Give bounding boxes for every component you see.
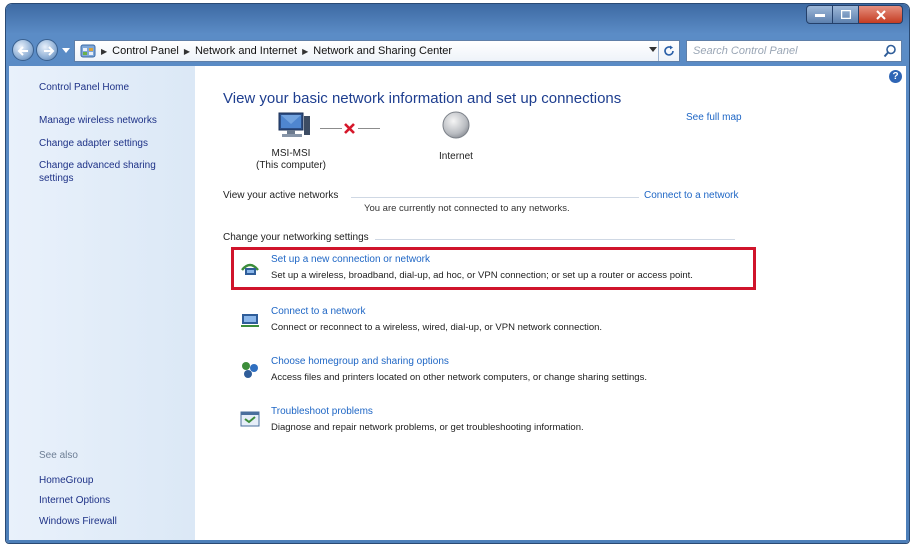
breadcrumb-control-panel[interactable]: Control Panel (112, 45, 179, 57)
connection-line-left (320, 128, 342, 129)
computer-subtitle: (This computer) (255, 160, 326, 171)
troubleshoot-description: Diagnose and repair network problems, or… (271, 422, 584, 433)
section-divider (375, 239, 735, 240)
content-area: Control Panel Home Manage wireless netwo… (9, 66, 906, 540)
connection-line-right (358, 128, 380, 129)
address-bar[interactable]: ▶ Control Panel ▶ Network and Internet ▶… (74, 40, 680, 62)
connect-network-description: Connect or reconnect to a wireless, wire… (271, 322, 603, 333)
minimize-icon (814, 13, 825, 17)
sidebar-control-panel-home[interactable]: Control Panel Home (39, 81, 129, 94)
caption-buttons (806, 5, 903, 24)
close-icon (875, 9, 886, 20)
recent-pages-dropdown-icon[interactable] (62, 48, 70, 54)
homegroup-icon[interactable] (239, 358, 261, 380)
title-bar[interactable] (6, 4, 909, 30)
back-button[interactable] (12, 39, 34, 61)
sidebar-change-adapter-settings[interactable]: Change adapter settings (39, 137, 148, 150)
breadcrumb-network-and-sharing-center[interactable]: Network and Sharing Center (313, 45, 452, 57)
sidebar-manage-wireless-networks[interactable]: Manage wireless networks (39, 114, 157, 127)
homegroup-description: Access files and printers located on oth… (271, 372, 647, 383)
sidebar: Control Panel Home Manage wireless netwo… (9, 66, 195, 540)
internet-globe-icon[interactable] (441, 110, 471, 140)
forward-button[interactable] (36, 39, 58, 61)
not-connected-message: You are currently not connected to any n… (364, 203, 570, 214)
forward-arrow-icon (44, 46, 55, 56)
close-button[interactable] (859, 5, 903, 24)
troubleshoot-icon[interactable] (239, 408, 261, 430)
homegroup-link[interactable]: Choose homegroup and sharing options (271, 356, 449, 367)
breadcrumb-separator[interactable]: ▶ (302, 47, 308, 56)
computer-name: MSI-MSI (271, 148, 311, 159)
sidebar-change-advanced-sharing-settings[interactable]: Change advanced sharing settings (39, 159, 179, 185)
page-title: View your basic network information and … (223, 90, 622, 107)
computer-icon[interactable] (277, 110, 311, 140)
sidebar-homegroup[interactable]: HomeGroup (39, 474, 93, 487)
navigation-bar: ▶ Control Panel ▶ Network and Internet ▶… (6, 30, 909, 66)
section-divider (351, 197, 639, 198)
back-arrow-icon (17, 46, 28, 56)
connect-network-link[interactable]: Connect to a network (271, 306, 366, 317)
explorer-window: ▶ Control Panel ▶ Network and Internet ▶… (6, 4, 909, 543)
refresh-icon (664, 45, 674, 56)
breadcrumb-separator[interactable]: ▶ (184, 47, 190, 56)
refresh-button[interactable] (658, 41, 679, 61)
maximize-icon (840, 10, 851, 19)
disconnected-x-icon[interactable] (343, 122, 356, 135)
see-also-header: See also (39, 450, 78, 461)
highlight-box (231, 247, 756, 290)
minimize-button[interactable] (806, 5, 833, 24)
connect-to-network-link[interactable]: Connect to a network (644, 190, 739, 201)
sidebar-internet-options[interactable]: Internet Options (39, 494, 110, 507)
control-panel-icon (80, 44, 96, 58)
breadcrumb-network-and-internet[interactable]: Network and Internet (195, 45, 297, 57)
search-box[interactable]: Search Control Panel (686, 40, 902, 62)
see-full-map-link[interactable]: See full map (686, 112, 742, 123)
connect-network-icon[interactable] (239, 308, 261, 330)
search-placeholder: Search Control Panel (693, 45, 798, 57)
help-icon[interactable]: ? (889, 70, 902, 83)
breadcrumb-separator[interactable]: ▶ (101, 47, 107, 56)
active-networks-label: View your active networks (223, 190, 339, 201)
address-history-dropdown-icon[interactable] (649, 47, 657, 53)
search-icon[interactable] (883, 44, 897, 58)
internet-label: Internet (439, 151, 473, 162)
main-panel: ? View your basic network information an… (195, 66, 906, 540)
sidebar-windows-firewall[interactable]: Windows Firewall (39, 515, 117, 528)
maximize-button[interactable] (833, 5, 859, 24)
troubleshoot-link[interactable]: Troubleshoot problems (271, 406, 373, 417)
change-settings-label: Change your networking settings (223, 232, 369, 243)
